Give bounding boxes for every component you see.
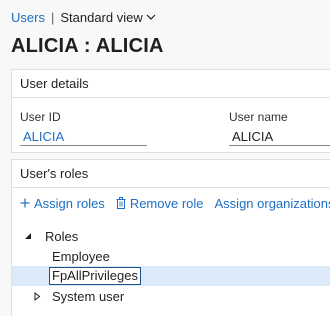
trash-icon [116, 197, 126, 209]
view-selector-label: Standard view [60, 9, 143, 25]
view-selector[interactable]: Standard view [60, 9, 156, 25]
user-id-field-group: User ID ALICIA [20, 110, 147, 146]
user-roles-page: Users | Standard view ALICIA : ALICIA Us… [0, 0, 330, 316]
triangle-right-icon[interactable] [32, 291, 42, 301]
assign-organizations-button[interactable]: Assign organizations [215, 196, 330, 211]
tree-node-label: System user [52, 288, 125, 304]
assign-roles-label: Assign roles [34, 195, 105, 211]
user-name-field[interactable]: ALICIA [229, 128, 330, 146]
roles-toolbar: Assign roles Remove role Assign organiza… [12, 188, 330, 218]
tree-node-label: FpAllPrivileges [49, 267, 141, 285]
remove-role-label: Remove role [129, 195, 204, 211]
tree-node-fpallprivileges[interactable]: FpAllPrivileges [12, 266, 330, 286]
user-name-label: User name [229, 110, 288, 124]
tree-node-roles[interactable]: Roles [12, 226, 330, 246]
tree-node-employee[interactable]: Employee [12, 246, 330, 266]
users-breadcrumb-link[interactable]: Users [11, 10, 45, 25]
assign-roles-button[interactable]: Assign roles [20, 196, 105, 211]
user-name-field-group: User name ALICIA [229, 110, 330, 146]
user-details-header: User details [12, 70, 330, 98]
user-roles-header: User's roles [12, 160, 330, 188]
breadcrumb-separator: | [50, 9, 55, 25]
user-details-card: User details User ID ALICIA User name AL… [11, 69, 330, 153]
page-title: ALICIA : ALICIA [11, 35, 164, 57]
user-id-label: User ID [20, 110, 61, 124]
tree-node-system-user[interactable]: System user [12, 286, 330, 306]
chevron-down-icon [146, 14, 156, 20]
breadcrumb: Users | Standard view [11, 9, 156, 25]
user-roles-card: User's roles Assign roles Remove role As… [11, 159, 330, 316]
tree-node-label: Roles [45, 228, 79, 244]
roles-tree: Roles Employee FpAllPrivileges System us… [12, 226, 330, 306]
plus-icon [20, 198, 30, 208]
remove-role-button[interactable]: Remove role [116, 196, 204, 211]
tree-node-label: Employee [52, 248, 110, 264]
assign-organizations-label: Assign organizations [214, 195, 330, 211]
user-id-field[interactable]: ALICIA [20, 128, 147, 146]
triangle-down-icon[interactable] [23, 231, 33, 241]
